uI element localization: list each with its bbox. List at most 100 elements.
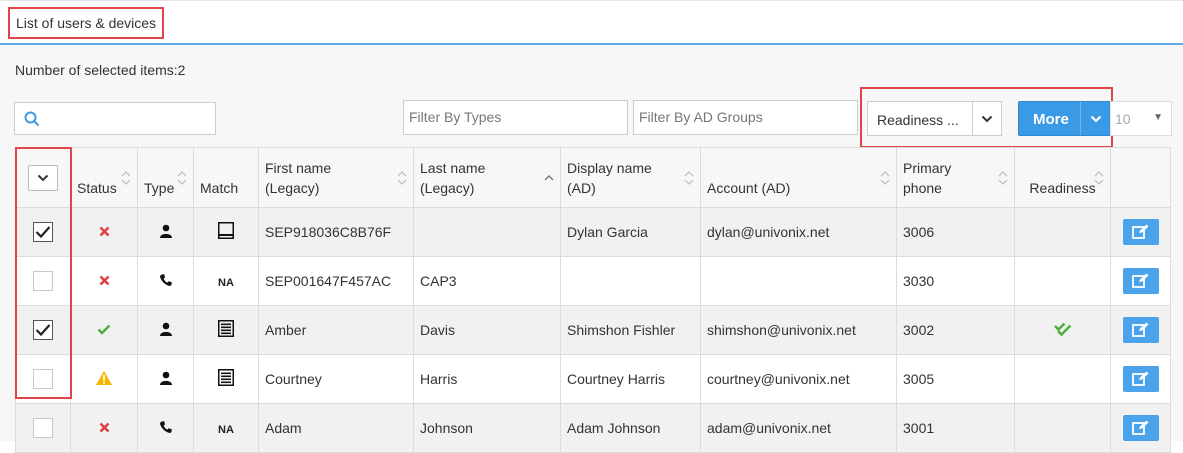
checkmark-icon [35,324,51,337]
column-header-match-label: Match [200,179,239,196]
search-icon [24,111,40,127]
warning-icon [96,370,112,385]
column-header-first-name-label: First name (Legacy) [265,159,332,196]
column-header-readiness-label: Readiness [1029,179,1096,196]
row-checkbox[interactable] [33,418,53,438]
primary-phone-cell: 3030 [896,256,1015,306]
column-header-last-name[interactable]: Last name (Legacy) [413,147,561,208]
user-icon [159,322,172,336]
table-header-row: Status Type Match First name (Legacy) La… [15,147,1171,208]
edit-button[interactable] [1122,366,1159,392]
row-select-cell [15,207,71,257]
column-header-primary-phone[interactable]: Primary phone [896,147,1015,208]
primary-phone-cell: 3002 [896,305,1015,355]
match-cell: NA [193,403,259,453]
status-cell [70,403,138,453]
error-x-icon [99,422,109,433]
error-x-icon [99,275,109,286]
account-cell [700,256,897,306]
select-all-header [15,147,71,208]
page-title: List of users & devices [8,7,165,39]
display-name-cell: Courtney Harris [560,354,701,404]
column-header-type-label: Type [144,179,175,196]
last-name-cell: Johnson [413,403,561,453]
match-full-icon [218,320,234,337]
type-cell [137,305,194,355]
display-name-cell: Shimshon Fishler [560,305,701,355]
column-header-last-name-label: Last name (Legacy) [420,159,486,196]
error-x-icon [99,226,109,237]
filter-by-types-input[interactable]: Filter By Types [403,100,628,135]
column-header-match[interactable]: Match [193,147,259,208]
row-checkbox[interactable] [33,271,53,291]
sort-icon [1094,170,1104,185]
match-cell [193,305,259,355]
page-size-select[interactable]: 10 ▼ [1110,101,1172,136]
actions-cell [1110,403,1171,453]
display-name-cell: Dylan Garcia [560,207,701,257]
column-header-account[interactable]: Account (AD) [700,147,897,208]
row-checkbox[interactable] [33,369,53,389]
column-header-status[interactable]: Status [70,147,138,208]
readiness-cell [1014,207,1111,257]
edit-icon [1131,273,1148,288]
table-row[interactable]: Courtney Harris Courtney Harris courtney@un… [15,354,1171,404]
primary-phone-cell: 3005 [896,354,1015,404]
column-header-primary-phone-label: Primary phone [903,159,952,196]
account-cell: courtney@univonix.net [700,354,897,404]
row-checkbox[interactable] [33,222,53,242]
status-cell [70,256,138,306]
account-cell: dylan@univonix.net [700,207,897,257]
table-row[interactable]: NA Adam Johnson Adam Johnson adam@univonix.n… [15,403,1171,453]
table-row[interactable]: SEP918036C8B76F Dylan Garcia dylan@univoni… [15,207,1171,257]
column-header-first-name[interactable]: First name (Legacy) [258,147,414,208]
actions-cell [1110,256,1171,306]
match-cell [193,207,259,257]
edit-icon [1131,322,1148,337]
row-checkbox[interactable] [33,320,53,340]
edit-button[interactable] [1122,317,1159,343]
row-select-cell [15,305,71,355]
phone-icon [159,273,172,286]
edit-button[interactable] [1122,268,1159,294]
primary-phone-cell: 3006 [896,207,1015,257]
match-full-icon [218,369,234,386]
edit-button[interactable] [1122,415,1159,441]
page-size-value: 10 [1115,111,1131,127]
main-content: Number of selected items:2 Filter By Typ… [0,45,1183,453]
actions-cell [1110,354,1171,404]
table-row[interactable]: Amber Davis Shimshon Fishler shimshon@univo… [15,305,1171,355]
match-na-label: NA [218,277,234,289]
select-all-dropdown[interactable] [28,164,58,191]
first-name-cell: Adam [258,403,414,453]
edit-button[interactable] [1122,219,1159,245]
readiness-cell [1014,256,1111,306]
last-name-cell: Davis [413,305,561,355]
edit-icon [1131,371,1148,386]
sort-icon [880,170,890,185]
type-cell [137,256,194,306]
match-na-label: NA [218,424,234,436]
table-row[interactable]: NA SEP001647F457AC CAP3 3030 [15,256,1171,306]
match-cell [193,354,259,404]
column-header-type[interactable]: Type [137,147,194,208]
sort-icon [684,170,694,185]
filter-by-ad-groups-input[interactable]: Filter By AD Groups [633,100,858,135]
readiness-cell [1014,403,1111,453]
last-name-cell: Harris [413,354,561,404]
chevron-down-icon [37,174,49,181]
column-header-display-name[interactable]: Display name (AD) [560,147,701,208]
highlight-frame-toolbar [860,87,1113,148]
account-cell: shimshon@univonix.net [700,305,897,355]
column-header-display-name-label: Display name (AD) [567,159,652,196]
checkmark-icon [35,226,51,239]
row-select-cell [15,354,71,404]
status-cell [70,305,138,355]
column-header-status-label: Status [77,179,117,196]
edit-icon [1131,224,1148,239]
status-cell [70,207,138,257]
column-header-readiness[interactable]: Readiness [1014,147,1111,208]
status-cell [70,354,138,404]
readiness-cell [1014,305,1111,355]
search-input[interactable] [14,102,216,135]
